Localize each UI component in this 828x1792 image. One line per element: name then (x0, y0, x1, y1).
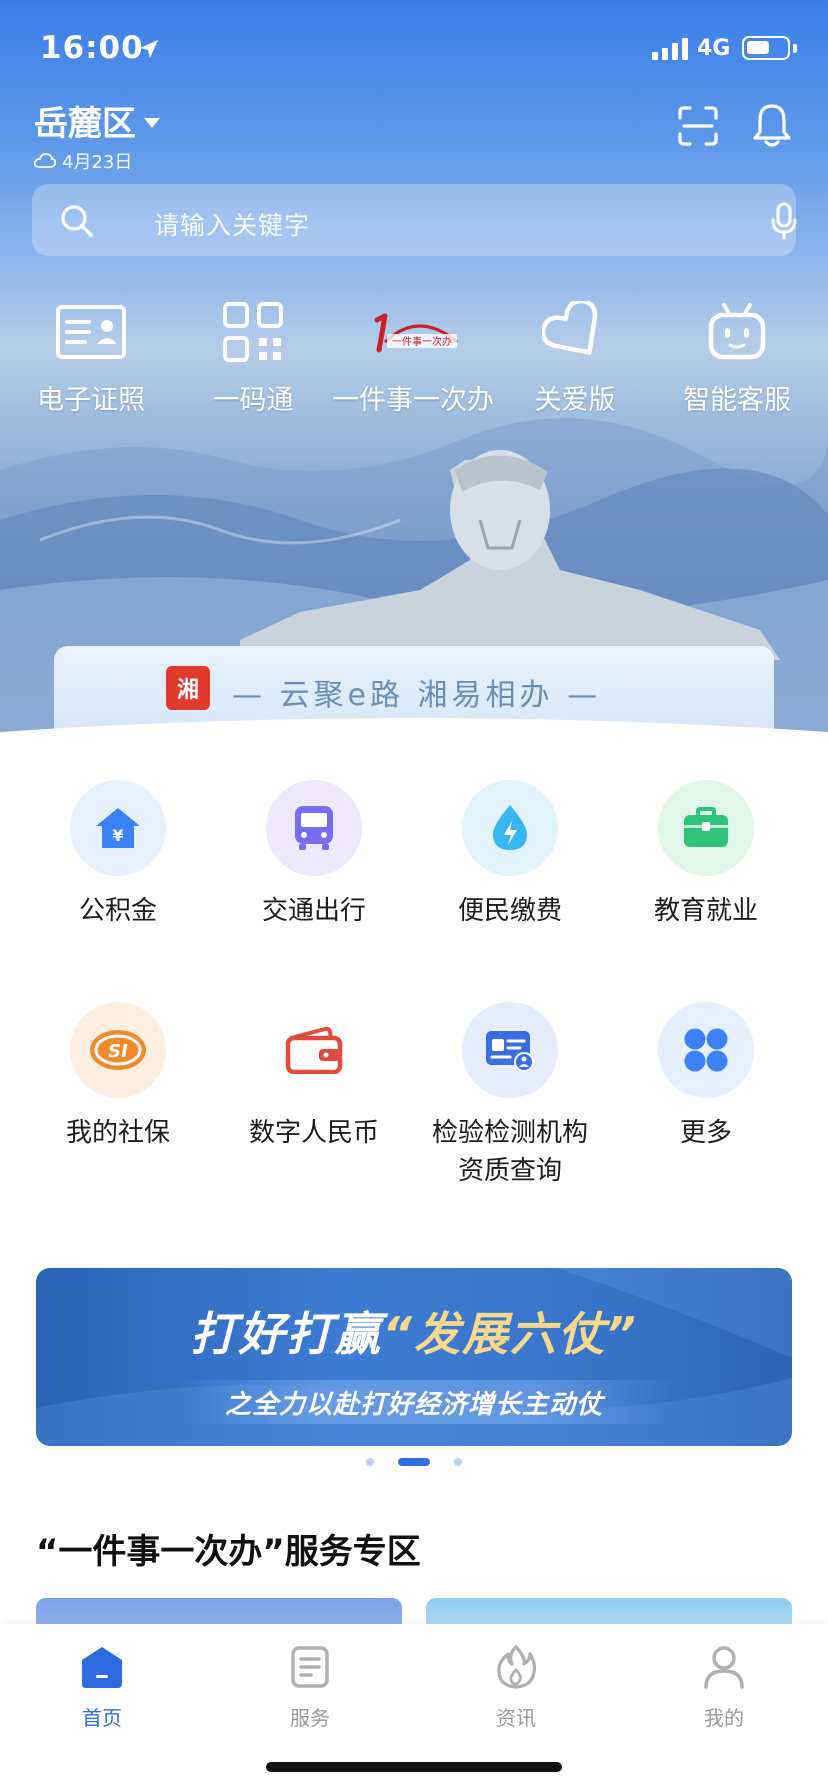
service-label: 便民缴费 (457, 896, 562, 926)
service-label: 数字人民币 (248, 1118, 379, 1148)
id-card-icon (56, 305, 126, 359)
tab-news[interactable]: 资讯 (456, 1640, 576, 1731)
svg-text:SI: SI (108, 1041, 128, 1062)
service-bill-pay[interactable]: 便民缴费 (412, 780, 608, 930)
quick-item-smart-service[interactable]: 智能客服 (652, 296, 822, 417)
location-arrow-icon (140, 40, 158, 58)
user-icon (704, 1646, 744, 1689)
water-drop-icon (493, 805, 527, 850)
quick-item-care-mode[interactable]: 关爱版 (490, 296, 660, 417)
service-housing-fund[interactable]: ¥ 公积金 (20, 780, 216, 930)
signal-strength-icon (652, 38, 688, 60)
carousel-dot[interactable] (366, 1458, 374, 1466)
tab-home[interactable]: 首页 (42, 1640, 162, 1731)
tab-label: 首页 (82, 1706, 122, 1730)
network-type: 4G (697, 36, 731, 61)
quick-item-label: 一件事一次办 (332, 385, 494, 416)
service-label-line2: 资质查询 (457, 1156, 562, 1186)
section-title: “一件事一次办”服务专区 (36, 1532, 421, 1572)
service-inspection-query[interactable]: 检验检测机构 资质查询 (412, 1002, 608, 1190)
service-more[interactable]: 更多 (608, 1002, 804, 1152)
service-education-jobs[interactable]: 教育就业 (608, 780, 804, 930)
banner-title-highlight: “发展六仗” (382, 1307, 638, 1361)
service-label: 检验检测机构 资质查询 (412, 1114, 608, 1190)
chevron-down-icon (144, 117, 160, 128)
quick-item-label: 关爱版 (534, 385, 616, 416)
quick-item-code[interactable]: 一码通 (168, 296, 338, 417)
carousel-dot-active[interactable] (398, 1458, 430, 1466)
scan-icon[interactable] (676, 104, 720, 148)
banner-title: 打好打赢“发展六仗” (36, 1298, 792, 1364)
microphone-icon[interactable] (770, 202, 798, 240)
home-indicator (266, 1762, 562, 1772)
slogan-text: — 云聚e路 湘易相办 — (232, 678, 602, 713)
wallet-icon (285, 1026, 343, 1074)
xiang-logo: 湘 (166, 666, 210, 710)
service-icon-bg (462, 780, 558, 876)
cloud-icon (34, 153, 56, 168)
service-label: 我的社保 (65, 1118, 170, 1148)
quick-item-one-thing[interactable]: 一件事一次办 一件事一次办 (328, 296, 498, 417)
date-text: 4月23日 (62, 152, 133, 173)
tab-label: 我的 (704, 1706, 744, 1730)
quick-item-label: 智能客服 (683, 385, 791, 416)
service-icon-bg (658, 780, 754, 876)
service-icon-bg: ¥ (70, 780, 166, 876)
service-icon-bg (266, 780, 362, 876)
certificate-icon (486, 1031, 534, 1072)
battery-tip (793, 44, 797, 53)
tab-label: 服务 (290, 1706, 330, 1730)
robot-icon (708, 303, 766, 360)
document-icon (291, 1646, 329, 1688)
tab-mine[interactable]: 我的 (664, 1640, 784, 1731)
svg-text:¥: ¥ (112, 826, 123, 845)
grid-more-icon (684, 1028, 728, 1072)
quick-item-e-license[interactable]: 电子证照 (6, 296, 176, 417)
banner-title-prefix: 打好打赢 (190, 1307, 383, 1361)
search-input[interactable]: 请输入关键字 (154, 206, 310, 242)
home-icon (82, 1647, 122, 1688)
region-selector[interactable]: 岳麓区 (34, 96, 160, 145)
carousel-dot[interactable] (454, 1458, 462, 1466)
quick-item-label: 电子证照 (37, 385, 145, 416)
tab-label: 资讯 (496, 1706, 536, 1730)
bus-icon (295, 806, 333, 850)
search-icon (61, 205, 93, 237)
service-label-line1: 检验检测机构 (431, 1118, 588, 1148)
weather-date: 4月23日 (34, 148, 132, 174)
status-time: 16:00 (40, 30, 144, 66)
qr-code-icon (223, 302, 283, 362)
service-social-security[interactable]: SI 我的社保 (20, 1002, 216, 1152)
service-transport[interactable]: 交通出行 (216, 780, 412, 930)
quick-actions: 电子证照 一码通 一件事一次办 一件事一次办 关爱版 智能客服 (0, 296, 828, 426)
service-icon-bg (266, 1002, 362, 1098)
service-label: 更多 (679, 1118, 732, 1148)
service-label: 教育就业 (653, 896, 758, 926)
hero-section: 16:00 4G 岳麓区 4月23日 请输入关键字 电子证照 一码通 一件事一次… (0, 0, 828, 760)
status-bar: 16:00 4G (0, 0, 828, 100)
social-security-icon: SI (90, 1030, 146, 1070)
carousel-indicator (360, 1456, 470, 1468)
service-icon-bg (658, 1002, 754, 1098)
service-icon-bg (462, 1002, 558, 1098)
banner-subtitle: 之全力以赴打好经济增长主动仗 (224, 1390, 603, 1420)
one-thing-logo-text: 一件事一次办 (392, 335, 452, 348)
service-label: 公积金 (78, 896, 157, 926)
quick-item-label: 一码通 (212, 385, 294, 416)
region-name: 岳麓区 (34, 104, 136, 144)
hero-bottom-curve (0, 718, 828, 760)
flame-icon (497, 1645, 536, 1689)
one-thing-logo: 一件事一次办 (374, 313, 458, 353)
house-fund-icon: ¥ (96, 808, 140, 848)
promo-banner[interactable]: 打好打赢“发展六仗” 之全力以赴打好经济增长主动仗 (36, 1268, 792, 1446)
service-icon-bg: SI (70, 1002, 166, 1098)
tab-services[interactable]: 服务 (250, 1640, 370, 1731)
service-label: 交通出行 (261, 896, 366, 926)
service-digital-rmb[interactable]: 数字人民币 (216, 1002, 412, 1152)
search-bar[interactable]: 请输入关键字 (32, 184, 798, 256)
battery-icon (742, 36, 790, 60)
briefcase-icon (684, 807, 728, 847)
bell-icon[interactable] (750, 102, 794, 148)
heart-icon (542, 301, 598, 355)
